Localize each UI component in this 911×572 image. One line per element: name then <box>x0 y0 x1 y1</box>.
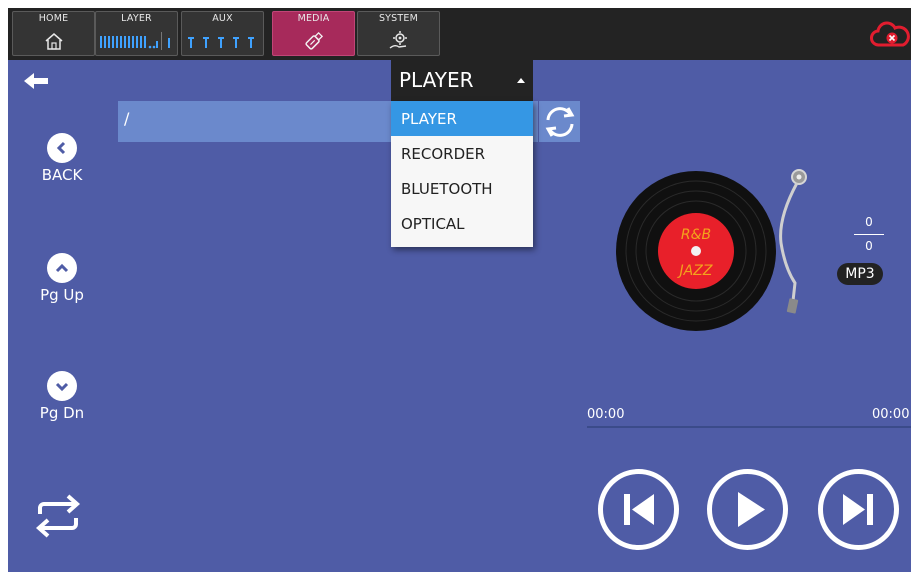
source-dropdown-value: PLAYER <box>399 68 474 92</box>
refresh-button[interactable] <box>539 101 580 142</box>
source-option-recorder[interactable]: RECORDER <box>391 136 533 171</box>
skip-next-icon <box>818 469 899 550</box>
source-option-optical[interactable]: OPTICAL <box>391 206 533 241</box>
tab-home-label: HOME <box>38 13 69 24</box>
tab-layer[interactable]: LAYER <box>95 11 178 56</box>
page-down-button[interactable]: Pg Dn <box>32 371 92 422</box>
skip-previous-icon <box>598 469 679 550</box>
track-total: 0 <box>865 239 873 253</box>
gear-hand-icon <box>358 28 439 54</box>
play-button[interactable] <box>705 467 790 552</box>
tab-home[interactable]: HOME <box>12 11 95 56</box>
chevron-left-icon <box>47 133 77 163</box>
usb-drive-icon <box>273 28 354 54</box>
tab-system[interactable]: SYSTEM <box>357 11 440 56</box>
tab-layer-label: LAYER <box>121 13 152 24</box>
tab-system-label: SYSTEM <box>378 13 419 24</box>
tab-media-label: MEDIA <box>297 13 330 24</box>
format-badge: MP3 <box>837 263 883 285</box>
refresh-icon <box>545 106 574 137</box>
progress-bar[interactable] <box>587 426 911 428</box>
next-button[interactable] <box>816 467 901 552</box>
media-screen: HOME LAYER AUX MEDIA SYSTEM / PLAYER PLA… <box>8 8 911 572</box>
tab-aux[interactable]: AUX <box>181 11 264 56</box>
chevron-down-icon <box>47 371 77 401</box>
caret-up-icon <box>517 78 525 83</box>
source-dropdown-menu: PLAYER RECORDER BLUETOOTH OPTICAL <box>391 101 533 247</box>
vinyl-record: R&B JAZZ <box>613 163 813 343</box>
page-up-button[interactable]: Pg Up <box>32 253 92 304</box>
track-count-divider <box>854 234 884 235</box>
elapsed-time: 00:00 <box>587 407 625 422</box>
repeat-icon <box>35 494 81 538</box>
back-label: BACK <box>41 166 83 184</box>
total-time: 00:00 <box>872 407 910 422</box>
tab-aux-label: AUX <box>212 13 233 24</box>
page-down-label: Pg Dn <box>39 404 85 422</box>
record-label-top: R&B <box>681 227 711 243</box>
play-icon <box>707 469 788 550</box>
cloud-disconnected-icon[interactable] <box>870 20 910 50</box>
back-arrow-icon[interactable] <box>22 70 52 92</box>
home-icon <box>13 28 94 54</box>
track-index: 0 <box>865 215 873 229</box>
tab-media[interactable]: MEDIA <box>272 11 355 56</box>
source-option-bluetooth[interactable]: BLUETOOTH <box>391 171 533 206</box>
tonearm <box>779 169 807 314</box>
source-dropdown[interactable]: PLAYER <box>391 60 533 101</box>
path-text: / <box>124 109 130 128</box>
top-nav-bar: HOME LAYER AUX MEDIA SYSTEM <box>8 8 911 60</box>
previous-button[interactable] <box>596 467 681 552</box>
repeat-button[interactable] <box>30 488 86 544</box>
source-option-player[interactable]: PLAYER <box>391 101 533 136</box>
chevron-up-icon <box>47 253 77 283</box>
back-button[interactable]: BACK <box>32 133 92 184</box>
layer-meters-icon <box>96 28 177 54</box>
page-up-label: Pg Up <box>40 286 84 304</box>
record-label-bottom: JAZZ <box>677 263 713 279</box>
aux-meters-icon <box>182 28 263 54</box>
